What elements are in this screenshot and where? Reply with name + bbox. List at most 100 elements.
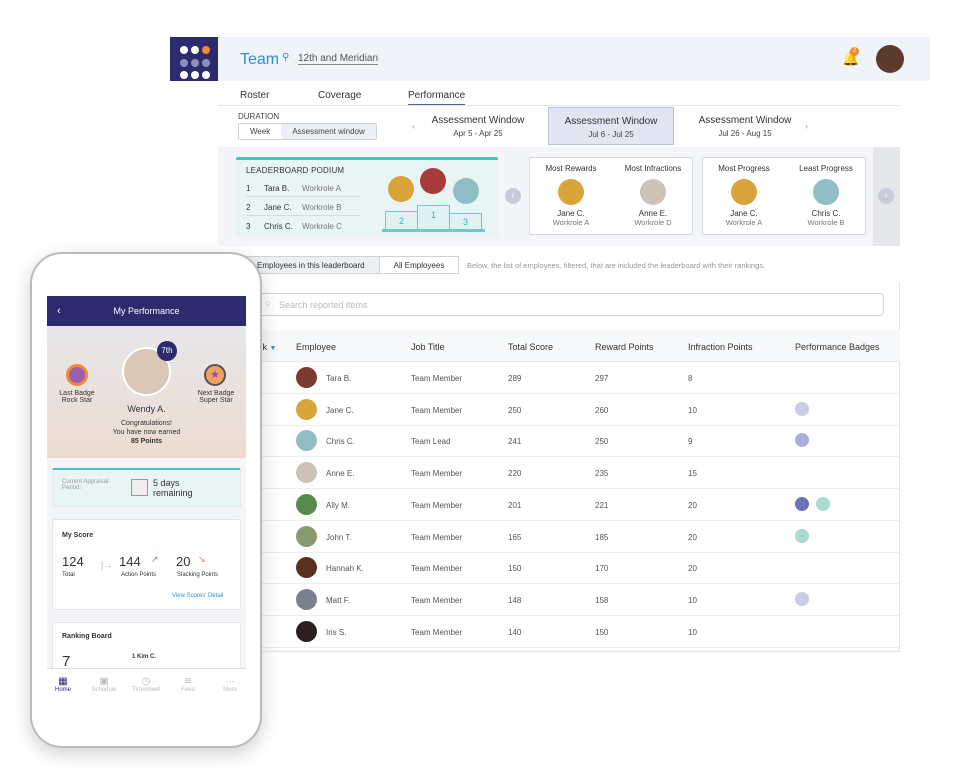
tab-coverage[interactable]: Coverage: [318, 90, 361, 101]
infraction-points: 20: [688, 532, 697, 542]
filter-all-employees[interactable]: All Employees: [380, 257, 459, 273]
column-performance-badges[interactable]: Performance Badges: [795, 342, 880, 352]
handshake-badge-icon[interactable]: [795, 401, 809, 416]
trend-down-icon: ↘: [198, 554, 206, 564]
trend-up-icon: ↗: [151, 554, 159, 564]
tab-roster[interactable]: Roster: [240, 90, 269, 101]
duration-assessment-window[interactable]: Assessment window: [281, 124, 376, 139]
user-avatar[interactable]: [876, 45, 904, 73]
reward-points: 250: [595, 437, 609, 447]
job-title: Team Member: [411, 374, 463, 383]
super-star-badge-icon: ★: [204, 364, 226, 386]
table-row[interactable]: Ally M. Team Member 201 221 20: [250, 489, 900, 521]
podium-step-1: 1: [417, 205, 450, 230]
table-row[interactable]: Hannah K. Team Member 150 170 20: [250, 552, 900, 585]
column-employee[interactable]: Employee: [296, 342, 336, 352]
podium-row: 2 Jane C. Workrole B: [246, 203, 360, 216]
avatar: [731, 179, 757, 205]
infraction-points: 9: [688, 437, 693, 447]
slacking-points: 20: [176, 554, 191, 569]
handshake-badge-icon[interactable]: [795, 591, 809, 606]
employee-name[interactable]: Hannah K.: [326, 564, 364, 573]
user-name: Wendy A.: [127, 404, 166, 414]
employee-name[interactable]: Ally M.: [326, 501, 350, 510]
avatar: [296, 462, 317, 484]
filter-leaderboard[interactable]: Employees in this leaderboard: [241, 257, 380, 273]
employee-name[interactable]: Matt F.: [326, 596, 350, 605]
location-selector[interactable]: 12th and Meridian: [298, 53, 379, 65]
avatar: [296, 398, 317, 420]
mountain-flag-badge-icon[interactable]: [795, 528, 809, 543]
column-total-score[interactable]: Total Score: [508, 342, 553, 352]
arrow-right-icon: |→: [101, 560, 113, 570]
column-job-title[interactable]: Job Title: [411, 342, 445, 352]
stat-role: Workrole A: [725, 218, 763, 227]
avatar: [296, 588, 317, 610]
avatar: [388, 176, 414, 202]
back-icon[interactable]: ‹: [57, 296, 61, 326]
total-score: 241: [508, 437, 522, 447]
window-option-selected[interactable]: Assessment Window Jul 6 - Jul 25: [548, 107, 674, 145]
table-row[interactable]: Jane C. Team Member 250 260 10: [250, 394, 900, 426]
nav-schedule[interactable]: ▣ Schedule: [86, 676, 122, 693]
avatar: [296, 430, 317, 452]
infraction-points: 10: [688, 627, 697, 637]
search-input[interactable]: ○ Search reported items: [258, 293, 884, 316]
window-range: Jul 26 - Aug 15: [718, 129, 772, 138]
appraisal-card: Current Appraisal Period: 5 days remainin…: [52, 468, 241, 507]
chevron-right-icon[interactable]: ›: [805, 121, 808, 131]
app-logo[interactable]: [170, 37, 218, 81]
table-row[interactable]: Iris S. Team Member 140 150 10: [250, 616, 900, 648]
avatar: [420, 168, 446, 194]
table-row[interactable]: Tara B. Team Member 289 297 8: [250, 362, 900, 394]
job-title: Team Member: [411, 595, 463, 605]
search-icon: ○: [265, 298, 271, 308]
stat-name: Jane C.: [557, 209, 585, 218]
trophy-badge-icon[interactable]: [795, 433, 809, 448]
carousel-next-button[interactable]: ›: [878, 188, 894, 204]
employee-name[interactable]: John T.: [326, 533, 352, 542]
reward-points: 150: [595, 627, 609, 637]
stat-name: Chris C.: [811, 209, 841, 218]
profile-hero: Last Badge Rock Star 7th ★ Next Badge Supe…: [47, 326, 246, 458]
next-badge-label: Next Badge: [197, 390, 235, 397]
tab-performance[interactable]: Performance: [408, 90, 466, 106]
calendar-icon: [131, 479, 148, 496]
stat-role: Workrole D: [634, 218, 672, 227]
nav-more[interactable]: ··· More: [212, 676, 246, 693]
duration-week[interactable]: Week: [239, 124, 281, 139]
my-score-card: My Score 124 Total |→ 144 ↗ Action Point…: [52, 519, 241, 610]
window-option[interactable]: Assessment Window Jul 26 - Aug 15: [682, 107, 808, 145]
employee-name[interactable]: Tara B.: [326, 374, 351, 383]
phone-header: ‹ My Performance: [47, 296, 246, 326]
column-reward-points[interactable]: Reward Points: [595, 342, 654, 352]
infraction-points: 8: [688, 374, 693, 383]
mountain-flag-badge-icon[interactable]: [816, 496, 830, 511]
total-score: 250: [508, 405, 522, 415]
last-badge-name: Rock Star: [61, 397, 93, 404]
table-row[interactable]: John T. Team Member 165 185 20: [250, 521, 900, 553]
infraction-points: 10: [688, 595, 697, 605]
table-row[interactable]: Chris C. Team Lead 241 250 9: [250, 425, 900, 458]
employee-name[interactable]: Iris S.: [326, 628, 346, 637]
pencil-badge-icon[interactable]: [795, 496, 809, 511]
infraction-points: 15: [688, 469, 697, 479]
duration-label: DURATION: [238, 112, 280, 121]
view-scores-detail-link[interactable]: View Scores' Detail: [172, 593, 223, 599]
nav-timesheet[interactable]: ◷ Timesheet: [128, 676, 164, 693]
table-row[interactable]: Matt F. Team Member 148 158 10: [250, 584, 900, 616]
employee-name[interactable]: Jane C.: [326, 406, 354, 415]
nav-home[interactable]: ▦ Home: [47, 676, 81, 693]
page-title: Team: [240, 51, 280, 68]
column-infraction-points[interactable]: Infraction Points: [688, 342, 753, 352]
carousel-prev-button[interactable]: ‹: [505, 188, 521, 204]
employee-name[interactable]: Anne E.: [326, 469, 354, 478]
table-row[interactable]: Anne E. Team Member 220 235 15: [250, 457, 900, 490]
total-score: 220: [508, 469, 522, 479]
avatar: [296, 525, 317, 547]
window-option[interactable]: Assessment Window Apr 5 - Apr 25: [415, 107, 541, 145]
employee-name[interactable]: Chris C.: [326, 437, 355, 446]
avatar: [558, 179, 584, 205]
podium-base: [382, 229, 485, 232]
nav-feed[interactable]: ≋ Feed: [170, 676, 206, 693]
